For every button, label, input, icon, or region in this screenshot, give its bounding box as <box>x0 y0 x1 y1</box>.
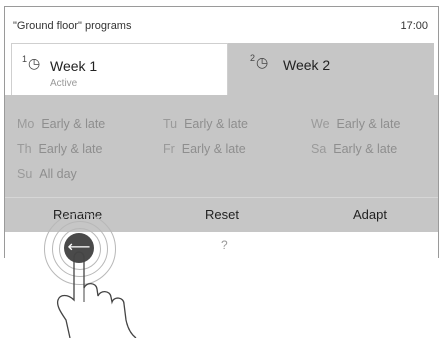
pointing-hand-icon <box>56 251 137 338</box>
schedule-item-tu[interactable]: Tu Early & late <box>163 117 248 131</box>
schedule-item-su[interactable]: Su All day <box>17 167 77 181</box>
clock-time: 17:00 <box>400 20 428 32</box>
schedule-item-mo[interactable]: Mo Early & late <box>17 117 105 131</box>
schedule-item-we[interactable]: We Early & late <box>311 117 400 131</box>
header: "Ground floor" programs 17:00 <box>5 7 438 43</box>
help-button[interactable]: ? <box>221 238 228 252</box>
schedule-item-fr[interactable]: Fr Early & late <box>163 142 246 156</box>
clock-icon: 2◷ <box>250 53 269 70</box>
page-title: "Ground floor" programs <box>13 20 132 32</box>
schedule-item-sa[interactable]: Sa Early & late <box>311 142 397 156</box>
tab-bar: 1◷ Week 1 Active 2◷ Week 2 <box>5 43 438 95</box>
schedule-item-th[interactable]: Th Early & late <box>17 142 102 156</box>
schedule-grid: Mo Early & late Tu Early & late We Early… <box>5 95 438 197</box>
tab-week-2[interactable]: 2◷ Week 2 <box>228 43 434 95</box>
clock-icon: 1◷ <box>22 54 41 71</box>
tab-label: Week 2 <box>283 57 331 73</box>
adapt-button[interactable]: Adapt <box>353 207 387 222</box>
reset-button[interactable]: Reset <box>205 207 239 222</box>
tab-week-1[interactable]: 1◷ Week 1 Active <box>11 43 228 95</box>
tab-status: Active <box>50 78 78 89</box>
tab-label: Week 1 <box>50 58 98 74</box>
